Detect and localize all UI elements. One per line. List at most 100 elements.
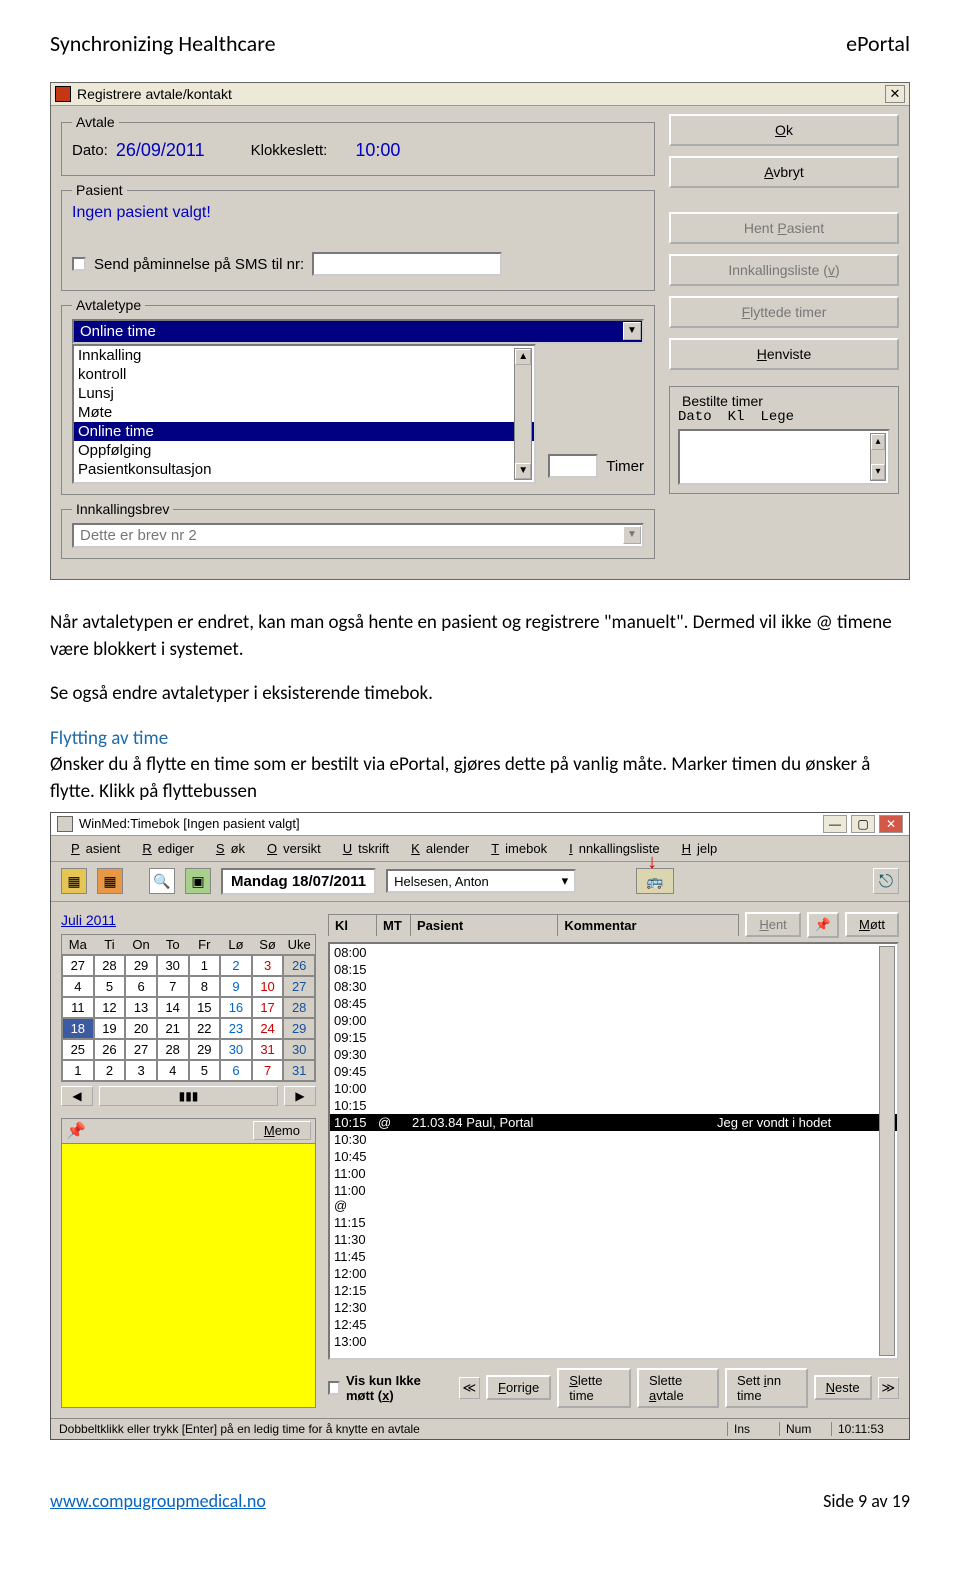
calendar-day[interactable]: 19	[94, 1018, 126, 1039]
table-row[interactable]: 11:30	[330, 1231, 897, 1248]
klokkeslett-value[interactable]: 10:00	[355, 140, 400, 161]
dato-value[interactable]: 26/09/2011	[116, 140, 205, 161]
table-row[interactable]: 08:45	[330, 995, 897, 1012]
calendar-day[interactable]: 16	[220, 997, 252, 1018]
flyttede-timer-button[interactable]: Flyttede timer	[669, 296, 899, 328]
calendar-day[interactable]: 26	[94, 1039, 126, 1060]
innkallingsbrev-combo[interactable]: Dette er brev nr 2 ▼	[72, 523, 644, 548]
calendar-day[interactable]: 28	[94, 955, 126, 976]
hent-button[interactable]: Hent	[745, 912, 800, 937]
calendar-day[interactable]: 17	[252, 997, 284, 1018]
calendar-day[interactable]: 29	[189, 1039, 221, 1060]
calendar-day[interactable]: 10	[252, 976, 284, 997]
table-row[interactable]: 12:00	[330, 1265, 897, 1282]
calendar-day[interactable]: 23	[220, 1018, 252, 1039]
table-row[interactable]: 11:15	[330, 1214, 897, 1231]
calendar-day[interactable]: 24	[252, 1018, 284, 1039]
menu-item[interactable]: Timebok	[479, 839, 553, 858]
menu-item[interactable]: Hjelp	[670, 839, 724, 858]
calendar-day[interactable]: 2	[220, 955, 252, 976]
calendar-day[interactable]: 13	[125, 997, 157, 1018]
avtaletype-combo[interactable]: Online time ▼	[72, 319, 644, 344]
calendar-day[interactable]: 1	[189, 955, 221, 976]
slette-avtale-button[interactable]: Slette avtale	[637, 1368, 719, 1408]
calendar-day[interactable]: 29	[125, 955, 157, 976]
sms-checkbox[interactable]	[72, 257, 86, 271]
list-item[interactable]: Online time	[74, 422, 534, 441]
calendar-day[interactable]: 25	[62, 1039, 94, 1060]
memo-button[interactable]: Memo	[253, 1121, 311, 1140]
close-icon[interactable]: ✕	[885, 85, 905, 103]
pin-icon[interactable]: 📌	[807, 912, 839, 938]
calendar-day[interactable]: 7	[157, 976, 189, 997]
table-row[interactable]: 10:15	[330, 1097, 897, 1114]
calendar-day[interactable]: 12	[94, 997, 126, 1018]
doctor-select[interactable]: Helsesen, Anton ▾	[386, 869, 576, 893]
pin-icon[interactable]: 📌	[66, 1121, 86, 1141]
menu-item[interactable]: Kalender	[399, 839, 475, 858]
calendar-day[interactable]: 3	[252, 955, 284, 976]
table-row[interactable]: 12:45	[330, 1316, 897, 1333]
footer-link[interactable]: www.compugroupmedical.no	[50, 1490, 266, 1512]
vis-kun-checkbox[interactable]	[328, 1381, 340, 1395]
chevron-down-icon[interactable]: ▼	[623, 322, 641, 340]
bestilte-listbox[interactable]: ▴▾	[678, 429, 890, 485]
forrige-button[interactable]: Forrige	[486, 1375, 551, 1400]
list-item[interactable]: kontroll	[74, 365, 534, 384]
henviste-button[interactable]: Henviste	[669, 338, 899, 370]
list-item[interactable]: Møte	[74, 403, 534, 422]
memo-area[interactable]	[62, 1144, 315, 1407]
calendar-day[interactable]: 6	[125, 976, 157, 997]
list-item[interactable]: Pasientkonsultasjon	[74, 460, 534, 479]
avtaletype-listbox[interactable]: InnkallingkontrollLunsjMøteOnline timeOp…	[72, 344, 536, 484]
sms-number-input[interactable]	[312, 252, 502, 276]
table-row[interactable]: 11:00	[330, 1165, 897, 1182]
timelist[interactable]: 08:0008:1508:3008:4509:0009:1509:3009:45…	[328, 942, 899, 1360]
menu-item[interactable]: Søk	[204, 839, 251, 858]
calendar-day[interactable]: 5	[189, 1060, 221, 1081]
listbox-scrollbar[interactable]: ▲▼	[514, 348, 532, 480]
current-date[interactable]: Mandag 18/07/2011	[221, 868, 376, 895]
calendar-day[interactable]: 21	[157, 1018, 189, 1039]
next-page-icon[interactable]: ≫	[878, 1377, 899, 1399]
table-row[interactable]: 09:15	[330, 1029, 897, 1046]
calendar-day[interactable]: 7	[252, 1060, 284, 1081]
table-row[interactable]: 08:00	[330, 944, 897, 961]
innkallingsliste-button[interactable]: Innkallingsliste (v)	[669, 254, 899, 286]
minimize-icon[interactable]: —	[823, 815, 847, 833]
calendar-day[interactable]: 27	[62, 955, 94, 976]
search-icon[interactable]: 🔍	[149, 868, 175, 894]
menu-item[interactable]: Utskrift	[331, 839, 395, 858]
calendar[interactable]: MaTiOnToFrLøSøUke 2728293012326456789102…	[61, 934, 316, 1082]
calendar-day[interactable]: 31	[252, 1039, 284, 1060]
calendar-day[interactable]: 1	[62, 1060, 94, 1081]
maximize-icon[interactable]: ▢	[851, 815, 875, 833]
calendar-day[interactable]: 9	[220, 976, 252, 997]
table-row[interactable]: 10:30	[330, 1131, 897, 1148]
table-row[interactable]: 09:00	[330, 1012, 897, 1029]
table-row[interactable]: 09:30	[330, 1046, 897, 1063]
calendar-day[interactable]: 8	[189, 976, 221, 997]
calendar-day[interactable]: 11	[62, 997, 94, 1018]
neste-button[interactable]: Neste	[814, 1375, 872, 1400]
table-row[interactable]: 13:00	[330, 1333, 897, 1350]
toolbar-icon-2[interactable]: ▦	[97, 868, 123, 894]
calendar-day[interactable]: 28	[157, 1039, 189, 1060]
calendar-day[interactable]: 4	[62, 976, 94, 997]
table-row[interactable]: 12:15	[330, 1282, 897, 1299]
calendar-day[interactable]: 3	[125, 1060, 157, 1081]
list-item[interactable]: Lunsj	[74, 384, 534, 403]
chevron-down-icon[interactable]: ▼	[623, 526, 641, 544]
table-row[interactable]: 12:30	[330, 1299, 897, 1316]
today-icon[interactable]: ▣	[185, 868, 211, 894]
calendar-next[interactable]: ▶	[284, 1086, 316, 1106]
calendar-day[interactable]: 27	[125, 1039, 157, 1060]
ok-button[interactable]: Ok	[669, 114, 899, 146]
calendar-day[interactable]: 20	[125, 1018, 157, 1039]
avbryt-button[interactable]: Avbryt	[669, 156, 899, 188]
prev-page-icon[interactable]: ≪	[459, 1377, 480, 1399]
month-label[interactable]: Juli 2011	[61, 912, 116, 928]
close-icon[interactable]: ✕	[879, 815, 903, 833]
calendar-day[interactable]: 18	[62, 1018, 94, 1039]
calendar-day[interactable]: 15	[189, 997, 221, 1018]
